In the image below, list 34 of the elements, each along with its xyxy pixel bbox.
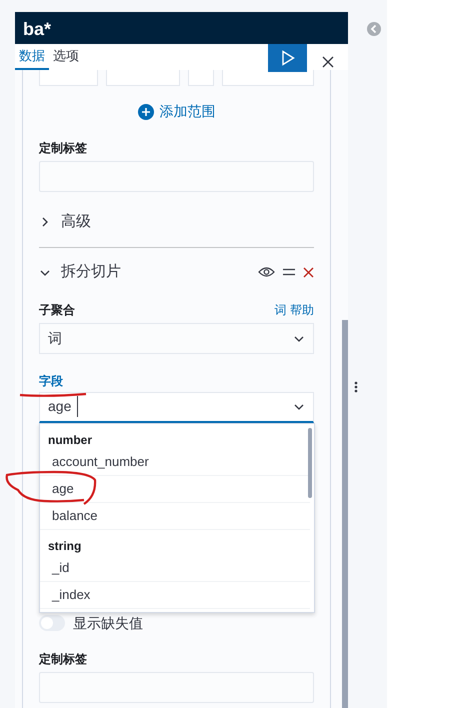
underline-annotation [18,390,88,398]
range-field[interactable] [39,70,98,86]
toggle-switch[interactable] [39,615,65,631]
dropdown-option[interactable]: _index [40,582,310,608]
range-field[interactable] [222,70,314,86]
add-range-button[interactable]: 添加范围 [132,100,222,123]
group-heading: string [47,538,82,554]
group-heading: number [47,432,94,448]
field-label: 定制标签 [39,140,88,157]
toggle-label: 显示缺失值 [73,614,143,632]
panel-title: ba* [15,12,348,44]
accordion-toggle[interactable]: 高级 [39,211,314,234]
play-icon [280,50,294,66]
custom-label-field[interactable] [39,161,314,192]
range-field[interactable] [188,70,214,86]
scrollbar[interactable] [342,320,348,708]
dropdown-option[interactable]: balance [40,502,310,530]
field-label: 定制标签 [39,650,88,668]
tab[interactable]: 选项 [49,46,83,70]
field-combobox[interactable]: age [39,392,314,422]
field-label: 子聚合 [39,302,75,318]
accordion-toggle[interactable]: 拆分切片 [39,261,121,284]
plus-icon [138,104,154,120]
dropdown-option[interactable]: _id [40,554,310,582]
close-icon [322,56,334,68]
aggregation-select[interactable]: 词 [39,322,314,354]
help-link[interactable]: 词 帮助 [274,300,314,318]
custom-label-field[interactable] [39,672,314,702]
range-field[interactable] [106,70,180,86]
run-button[interactable] [268,44,307,72]
dropdown-option[interactable]: age [40,476,310,502]
field-label: 字段 [39,372,64,390]
dropdown-option[interactable]: account_number [40,448,310,476]
scrollbar[interactable] [308,428,312,498]
